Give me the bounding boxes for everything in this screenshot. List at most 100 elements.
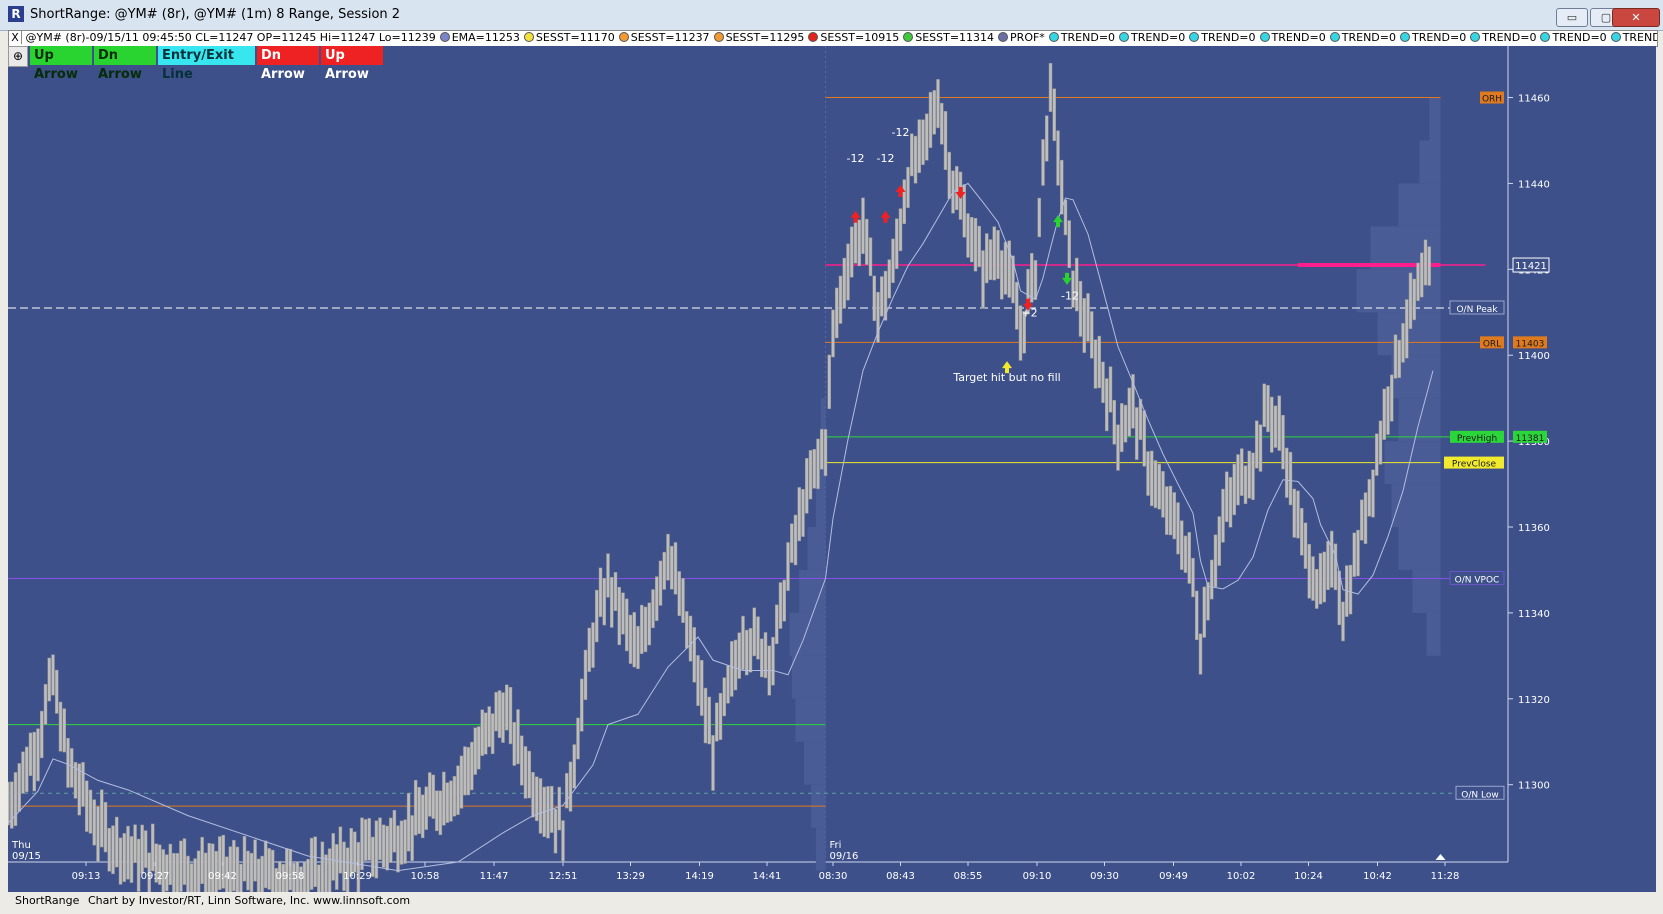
x-tick-label: 12:51 xyxy=(549,871,578,882)
price-bar xyxy=(403,819,407,864)
y-tick-label: 11300 xyxy=(1518,781,1550,792)
price-value-label: 11381 xyxy=(1516,434,1545,444)
tool-dn-arrow-button[interactable]: Dn Arrow xyxy=(94,46,156,82)
price-bar xyxy=(936,79,940,129)
indicator-value: SESST=11237 xyxy=(618,31,710,44)
price-bar xyxy=(62,708,66,753)
price-bar xyxy=(193,858,197,892)
price-bar xyxy=(1217,516,1221,566)
price-bar xyxy=(640,604,644,654)
price-bar xyxy=(722,677,726,717)
price-bar xyxy=(175,853,180,892)
y-tick-label: 11340 xyxy=(1518,609,1550,620)
price-bar xyxy=(483,712,488,755)
price-bar xyxy=(621,592,625,635)
x-tick-label: 08:43 xyxy=(886,871,915,882)
tool-entry-exit-line-button[interactable]: Entry/Exit Line xyxy=(158,46,255,82)
indicator-dot-icon xyxy=(1048,32,1059,42)
volume-profile-bar xyxy=(1398,183,1441,227)
price-bar xyxy=(557,786,561,831)
price-bar xyxy=(179,840,183,892)
price-bar xyxy=(1056,130,1060,186)
price-bar xyxy=(435,790,439,832)
price-bar xyxy=(1183,535,1188,573)
price-bar xyxy=(835,287,839,339)
price-bar xyxy=(677,571,681,617)
price-bar xyxy=(715,702,719,742)
price-bar xyxy=(546,786,550,839)
price-bar xyxy=(70,748,74,788)
price-bar xyxy=(838,275,843,324)
price-bar xyxy=(456,765,460,815)
price-bar xyxy=(256,858,261,892)
price-bar xyxy=(1041,139,1045,186)
price-bar xyxy=(1270,396,1274,453)
price-bar xyxy=(955,166,959,210)
tool-dn-arrow-button[interactable]: Dn Arrow xyxy=(257,46,319,82)
price-bar xyxy=(1146,451,1150,496)
price-bar xyxy=(700,659,704,716)
price-bar xyxy=(943,111,948,171)
price-bar xyxy=(449,780,453,822)
indicator-info-bar: X @YM# (8r)-09/15/11 09:45:50 CL=11247 O… xyxy=(8,30,1658,47)
price-bar xyxy=(861,197,865,255)
x-tick-label: 09:27 xyxy=(141,871,170,882)
price-bar xyxy=(1363,492,1368,544)
indicator-dot-icon xyxy=(523,32,534,42)
price-bar xyxy=(711,735,715,791)
price-bar xyxy=(1097,335,1101,389)
price-bar xyxy=(1142,410,1146,467)
price-bar xyxy=(58,701,63,752)
price-bar xyxy=(602,577,606,626)
zoom-icon[interactable]: ⊕ xyxy=(8,46,28,67)
price-bar xyxy=(1243,465,1248,505)
price-bar xyxy=(1360,499,1364,541)
price-bar xyxy=(207,843,211,892)
price-bar xyxy=(420,794,425,839)
price-bar xyxy=(1266,385,1270,433)
price-bar xyxy=(1255,420,1259,469)
price-bar xyxy=(317,864,321,892)
price-bar xyxy=(775,604,779,645)
price-bar xyxy=(140,824,144,874)
price-bar xyxy=(1408,272,1413,329)
price-bar xyxy=(324,854,328,892)
indicator-text: SESST=11170 xyxy=(535,31,615,44)
x-tick-label: 13:29 xyxy=(616,871,645,882)
minimize-button[interactable]: ▭ xyxy=(1556,8,1588,27)
price-bar xyxy=(1067,220,1071,269)
indicator-text: TREND=0 xyxy=(1411,31,1467,44)
price-bar xyxy=(40,710,44,759)
price-bar xyxy=(189,863,194,892)
price-bar xyxy=(1423,239,1428,286)
tool-up-arrow-button[interactable]: Up Arrow xyxy=(30,46,92,82)
volume-profile-bar xyxy=(803,741,826,785)
price-bar xyxy=(1168,485,1173,536)
price-bar xyxy=(1300,507,1304,556)
price-bar xyxy=(1198,633,1203,675)
price-bar xyxy=(263,840,268,889)
close-button[interactable]: ✕ xyxy=(1612,8,1660,27)
price-bar xyxy=(617,586,621,646)
close-info-icon[interactable]: X xyxy=(9,31,22,44)
price-bar xyxy=(136,838,141,892)
price-bar xyxy=(703,687,708,744)
chart-area[interactable]: 1130011320113401136011380114001142011440… xyxy=(8,46,1656,892)
price-bar xyxy=(96,806,100,863)
price-bar xyxy=(1348,564,1353,615)
price-bar xyxy=(947,151,951,200)
price-bar xyxy=(1311,556,1315,601)
indicator-value: TREND=0 xyxy=(1399,31,1467,44)
app-icon: R xyxy=(8,6,24,22)
tool-up-arrow-button[interactable]: Up Arrow xyxy=(321,46,383,82)
price-bar xyxy=(1138,398,1143,440)
indicator-dot-icon xyxy=(713,32,724,42)
price-tag-label: O/N VPOC xyxy=(1455,576,1500,586)
price-bar xyxy=(538,778,543,834)
price-chart[interactable]: 1130011320113401136011380114001142011440… xyxy=(8,46,1656,892)
indicator-value: TREND=0 xyxy=(1329,31,1396,44)
indicator-value: TREND=0 xyxy=(1540,31,1607,44)
indicator-value: SESST=10915 xyxy=(808,31,899,44)
indicator-dot-icon xyxy=(1119,32,1130,42)
price-bar xyxy=(1221,488,1225,543)
